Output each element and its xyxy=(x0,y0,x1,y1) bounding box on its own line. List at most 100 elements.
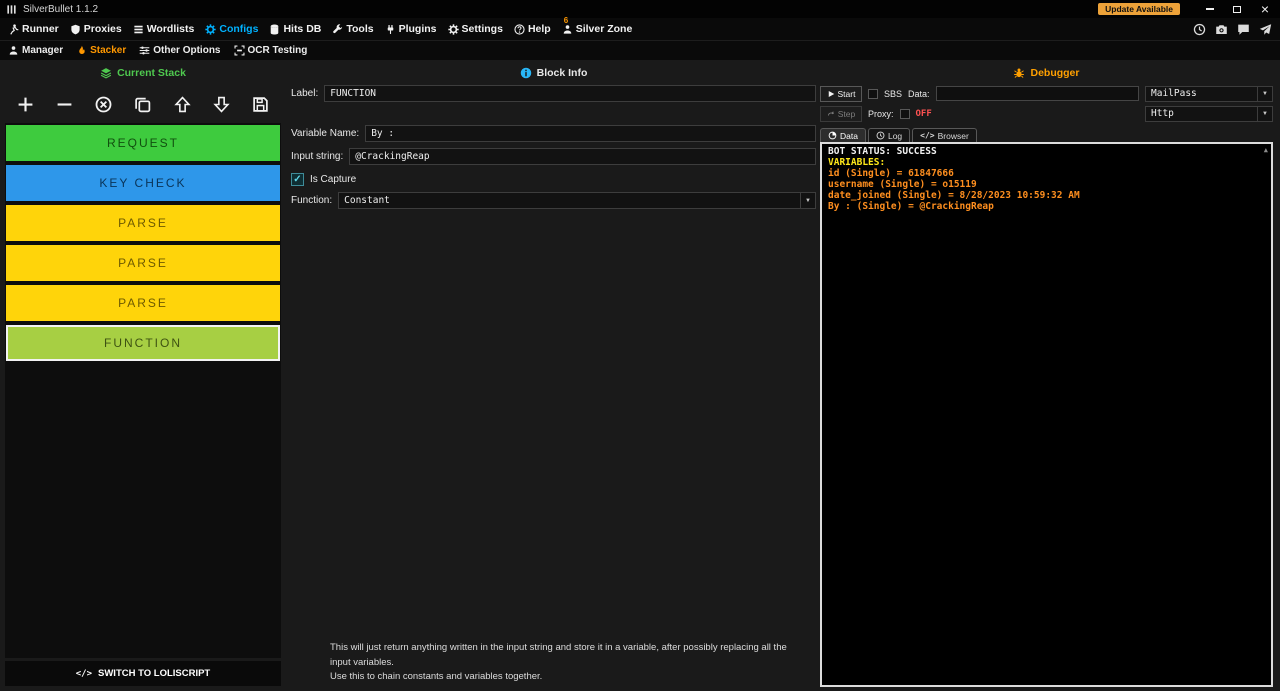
debugger-panel: Debugger Start SBS Data: MailPass ▼ Step… xyxy=(818,60,1280,691)
clone-block-button[interactable] xyxy=(134,96,151,113)
stack-block-parse-3[interactable]: PARSE xyxy=(6,285,280,321)
flame-icon xyxy=(76,45,87,56)
stack-toolbar xyxy=(5,85,281,123)
menu-item-runner[interactable]: Runner xyxy=(8,23,59,35)
function-row: Function: Constant ▼ xyxy=(291,192,816,209)
sbs-checkbox[interactable] xyxy=(868,89,878,99)
history-button[interactable] xyxy=(1193,23,1206,36)
block-description-line: This will just return anything written i… xyxy=(330,641,794,670)
stack-block-key-check[interactable]: KEY CHECK xyxy=(6,165,280,201)
function-select[interactable]: Constant ▼ xyxy=(338,192,816,209)
gear-icon xyxy=(205,24,216,35)
start-button-label: Start xyxy=(838,89,856,99)
menu-label: Hits DB xyxy=(283,23,321,35)
title-bar: SilverBullet 1.1.2 Update Available × xyxy=(0,0,1280,18)
circle-x-icon xyxy=(95,96,112,113)
list-icon xyxy=(133,24,144,35)
move-block-up-button[interactable] xyxy=(174,96,191,113)
chevron-down-icon: ▼ xyxy=(1257,87,1272,101)
menu-item-silver-zone[interactable]: 6Silver Zone xyxy=(562,23,633,35)
data-input[interactable] xyxy=(936,86,1139,101)
stack-block-label: KEY CHECK xyxy=(99,176,186,190)
menu-item-plugins[interactable]: Plugins xyxy=(385,23,437,35)
is-capture-checkbox[interactable]: ✓ xyxy=(291,173,304,186)
stack-block-parse-2[interactable]: PARSE xyxy=(6,245,280,281)
submenu-label: Stacker xyxy=(90,45,126,56)
debugger-tabs: Data Log </>Browser xyxy=(820,128,1273,142)
log-line: BOT STATUS: SUCCESS xyxy=(828,147,1265,158)
submenu-item-manager[interactable]: Manager xyxy=(8,45,63,56)
stack-block-function[interactable]: FUNCTION xyxy=(6,325,280,361)
data-label: Data: xyxy=(908,89,930,99)
menu-item-hits-db[interactable]: Hits DB xyxy=(269,23,321,35)
log-line: By : (Single) = @CrackingReap xyxy=(828,202,1265,213)
chat-button[interactable] xyxy=(1237,23,1250,36)
chevron-down-icon: ▼ xyxy=(800,193,815,208)
start-button[interactable]: Start xyxy=(820,86,862,102)
screenshot-button[interactable] xyxy=(1215,23,1228,36)
stack-block-label: REQUEST xyxy=(107,136,179,150)
chat-icon xyxy=(1237,23,1250,36)
history-icon xyxy=(1193,23,1206,36)
variable-name-row: Variable Name: xyxy=(291,125,816,142)
move-block-down-button[interactable] xyxy=(213,96,230,113)
proxy-type-select[interactable]: Http ▼ xyxy=(1145,106,1273,122)
menu-label: Proxies xyxy=(84,23,122,35)
menu-item-proxies[interactable]: Proxies xyxy=(70,23,122,35)
arrow-up-icon xyxy=(174,96,191,113)
plus-icon xyxy=(17,96,34,113)
close-button[interactable]: × xyxy=(1250,0,1280,18)
wordlist-type-value: MailPass xyxy=(1146,88,1257,99)
block-description-line: Use this to chain constants and variable… xyxy=(330,670,794,685)
copy-icon xyxy=(134,96,151,113)
stack-block-request[interactable]: REQUEST xyxy=(6,125,280,161)
menu-item-settings[interactable]: Settings xyxy=(448,23,503,35)
switch-to-loliscript-button[interactable]: </> SWITCH TO LOLISCRIPT xyxy=(5,661,281,686)
menu-item-wordlists[interactable]: Wordlists xyxy=(133,23,195,35)
stack-block-label: FUNCTION xyxy=(104,336,182,350)
update-available-badge[interactable]: Update Available xyxy=(1098,3,1180,15)
debugger-title: Debugger xyxy=(1030,67,1079,79)
tab-browser[interactable]: </>Browser xyxy=(912,128,977,142)
input-string-row: Input string: xyxy=(291,148,816,165)
wordlist-type-select[interactable]: MailPass ▼ xyxy=(1145,86,1273,102)
menu-item-tools[interactable]: Tools xyxy=(332,23,373,35)
maximize-button[interactable] xyxy=(1223,0,1250,18)
main-menu-bar: Runner Proxies Wordlists Configs Hits DB… xyxy=(0,18,1280,40)
submenu-item-other-options[interactable]: Other Options xyxy=(139,45,220,56)
person-icon xyxy=(562,24,573,35)
submenu-label: OCR Testing xyxy=(248,45,308,56)
input-string-input[interactable] xyxy=(349,148,816,165)
disable-block-button[interactable] xyxy=(95,96,112,113)
menu-item-configs[interactable]: Configs xyxy=(205,23,258,35)
stack-block-label: PARSE xyxy=(118,256,168,270)
proxy-type-value: Http xyxy=(1146,108,1257,119)
help-icon xyxy=(514,24,525,35)
tab-log[interactable]: Log xyxy=(868,128,910,142)
code-icon: </> xyxy=(920,131,934,140)
step-button[interactable]: Step xyxy=(820,106,862,122)
menu-label: Plugins xyxy=(399,23,437,35)
label-input[interactable] xyxy=(324,85,816,102)
remove-block-button[interactable] xyxy=(56,96,73,113)
send-button[interactable] xyxy=(1259,23,1272,36)
submenu-item-ocr-testing[interactable]: OCR Testing xyxy=(234,45,308,56)
stack-block-parse-1[interactable]: PARSE xyxy=(6,205,280,241)
menu-item-help[interactable]: Help xyxy=(514,23,551,35)
variable-name-input[interactable] xyxy=(365,125,816,142)
main-content: Current Stack REQUEST KEY CHECK PARSE PA… xyxy=(0,60,1280,691)
submenu-label: Manager xyxy=(22,45,63,56)
debugger-controls-row-2: Step Proxy: OFF Http ▼ xyxy=(820,105,1273,122)
scroll-up-icon[interactable]: ▲ xyxy=(1264,146,1268,154)
send-icon xyxy=(1259,23,1272,36)
runner-icon xyxy=(8,24,19,35)
submenu-item-stacker[interactable]: Stacker xyxy=(76,45,126,56)
debugger-log-output: BOT STATUS: SUCCESS VARIABLES: id (Singl… xyxy=(820,142,1273,687)
menu-label: Settings xyxy=(462,23,503,35)
tab-data[interactable]: Data xyxy=(820,128,866,142)
save-stack-button[interactable] xyxy=(252,96,269,113)
minimize-button[interactable] xyxy=(1196,0,1223,18)
stacker-panel: Current Stack REQUEST KEY CHECK PARSE PA… xyxy=(0,60,283,691)
proxy-checkbox[interactable] xyxy=(900,109,910,119)
add-block-button[interactable] xyxy=(17,96,34,113)
